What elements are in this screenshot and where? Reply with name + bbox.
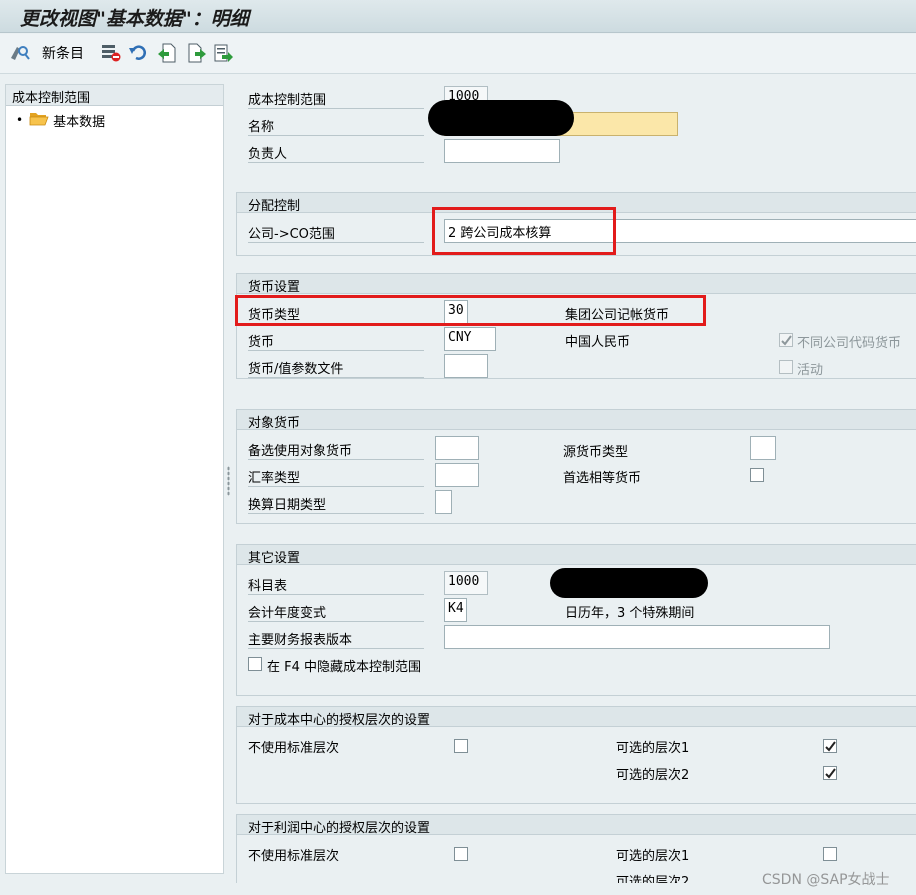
tree-bullet: • (16, 113, 24, 127)
prefer-equal-currency-label: 首选相等货币 (563, 471, 642, 486)
next-entry-icon[interactable] (186, 42, 208, 64)
group-title: 对于成本中心的授权层次的设置 (237, 707, 916, 728)
group-title: 其它设置 (237, 545, 916, 566)
currency-value-profile-label: 货币/值参数文件 (248, 355, 424, 378)
cc-alt-hierarchy-1-checkbox[interactable] (823, 739, 837, 753)
alt-object-currency-field[interactable] (435, 436, 479, 460)
chart-of-accounts-field[interactable]: 1000 (444, 571, 488, 595)
fiscal-year-variant-field[interactable]: K4 (444, 598, 467, 622)
detail-content: 成本控制范围 1000 名称 负责人 分配控制 公司->CO范围 2 跨公司成本… (235, 84, 916, 890)
group-title: 对象货币 (237, 410, 916, 431)
cc-alt-hierarchy-2-checkbox[interactable] (823, 766, 837, 780)
pc-no-std-hierarchy-label: 不使用标准层次 (248, 849, 340, 864)
previous-entry-icon[interactable] (156, 42, 178, 64)
alt-object-currency-label: 备选使用对象货币 (248, 437, 424, 460)
delete-entry-icon[interactable] (100, 42, 122, 64)
group-title: 货币设置 (237, 274, 916, 295)
hide-in-f4-label: 在 F4 中隐藏成本控制范围 (267, 660, 422, 675)
redaction-mark (428, 100, 574, 136)
tree-node-basic-data[interactable]: • 基本数据 (16, 110, 105, 130)
watermark: CSDN @SAP女战士 (762, 872, 890, 888)
company-co-area-label: 公司->CO范围 (248, 220, 424, 243)
window-title: 更改视图"基本数据"：明细 (20, 8, 249, 30)
fs-version-label: 主要财务报表版本 (248, 626, 424, 649)
currency-description: 中国人民币 (565, 335, 631, 350)
fs-version-field[interactable] (444, 625, 830, 649)
coarea-label: 成本控制范围 (248, 86, 424, 109)
person-responsible-label: 负责人 (248, 140, 424, 163)
splitter-grip (227, 466, 230, 496)
diff-company-code-currency-checkbox[interactable] (779, 333, 793, 347)
cc-no-std-hierarchy-label: 不使用标准层次 (248, 741, 340, 756)
pc-alt-hierarchy-1-label: 可选的层次1 (616, 849, 690, 864)
structure-tree-pane: 成本控制范围 • 基本数据 (5, 84, 224, 874)
chart-of-accounts-label: 科目表 (248, 572, 424, 595)
source-currency-type-label: 源货币类型 (563, 445, 629, 460)
exchange-rate-type-field[interactable] (435, 463, 479, 487)
cc-alt-hierarchy-2-label: 可选的层次2 (616, 768, 690, 783)
fiscal-year-variant-label: 会计年度变式 (248, 599, 424, 622)
person-responsible-field[interactable] (444, 139, 560, 163)
currency-value-profile-field[interactable] (444, 354, 488, 378)
currency-label: 货币 (248, 328, 424, 351)
currency-field[interactable]: CNY (444, 327, 496, 351)
application-toolbar: 新条目 (0, 34, 916, 74)
name-label: 名称 (248, 113, 424, 136)
copy-as-icon[interactable] (212, 42, 234, 64)
redaction-mark (550, 568, 708, 598)
translation-date-type-field[interactable] (435, 490, 452, 514)
translation-date-type-label: 换算日期类型 (248, 491, 424, 514)
diff-company-code-currency-label: 不同公司代码货币 (797, 336, 902, 351)
prefer-equal-currency-checkbox[interactable] (750, 468, 764, 482)
active-label: 活动 (797, 363, 824, 378)
folder-open-icon (29, 110, 49, 130)
tree-header: 成本控制范围 (6, 85, 223, 106)
tree-node-label: 基本数据 (53, 114, 106, 130)
new-entries-button[interactable]: 新条目 (42, 42, 84, 64)
highlight-box-currency-type (235, 295, 706, 326)
undo-icon[interactable] (128, 42, 150, 64)
display-change-icon[interactable] (8, 42, 32, 64)
pc-alt-hierarchy-1-checkbox[interactable] (823, 847, 837, 861)
cc-no-std-hierarchy-checkbox[interactable] (454, 739, 468, 753)
active-checkbox[interactable] (779, 360, 793, 374)
new-entries-label: 新条目 (42, 46, 84, 62)
pane-splitter[interactable] (226, 84, 234, 874)
group-title: 对于利润中心的授权层次的设置 (237, 815, 916, 836)
hide-in-f4-checkbox[interactable] (248, 657, 262, 671)
source-currency-type-field[interactable] (750, 436, 776, 460)
cc-alt-hierarchy-1-label: 可选的层次1 (616, 741, 690, 756)
pc-no-std-hierarchy-checkbox[interactable] (454, 847, 468, 861)
title-bar: 更改视图"基本数据"：明细 (0, 0, 916, 33)
exchange-rate-type-label: 汇率类型 (248, 464, 424, 487)
highlight-box-company-co (432, 207, 616, 255)
fiscal-year-variant-description: 日历年，3 个特殊期间 (565, 606, 695, 621)
